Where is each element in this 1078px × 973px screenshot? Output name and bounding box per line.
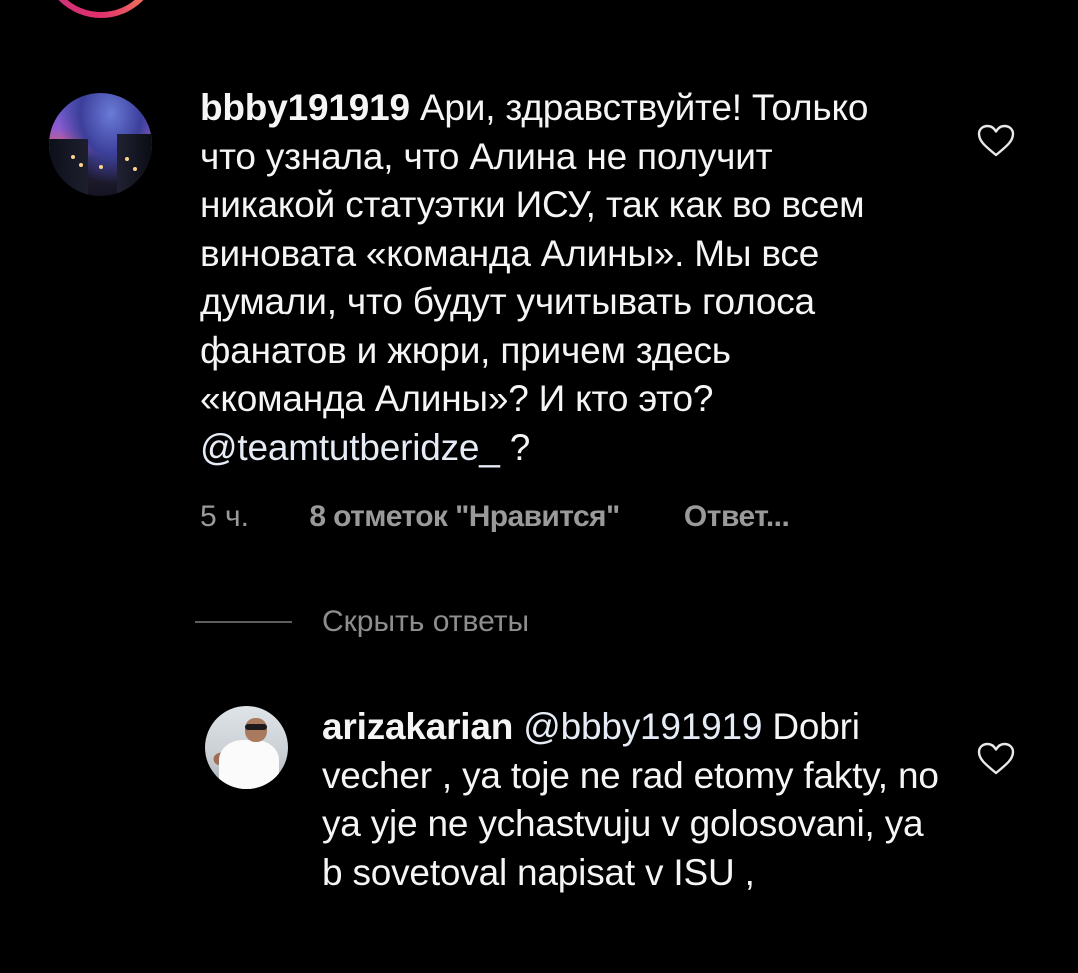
reply-mention[interactable]: @bbby191919 (523, 706, 762, 747)
reply-username[interactable]: arizakarian (322, 706, 513, 747)
comment-text: bbby191919 Ари, здравствуйте! Только что… (200, 84, 900, 472)
hide-replies-label: Скрыть ответы (322, 605, 530, 638)
comment-body: Ари, здравствуйте! Только что узнала, чт… (200, 87, 869, 419)
comment-meta: 5 ч. 8 отметок "Нравится" Ответ... (200, 500, 790, 534)
avatar[interactable] (205, 706, 288, 789)
comment-mention[interactable]: @teamtutberidze_ (200, 427, 500, 468)
story-avatar-ring[interactable] (42, 0, 160, 18)
reply-text: arizakarian @bbby191919 Dobri vecher , y… (322, 703, 942, 897)
likes-count-button[interactable]: 8 отметок "Нравится" (309, 500, 620, 534)
reply-button[interactable]: Ответ... (684, 500, 790, 534)
hide-replies-button[interactable]: Скрыть ответы (195, 600, 529, 644)
comment-body-end: ? (499, 426, 531, 468)
avatar[interactable] (49, 93, 152, 196)
divider-line (195, 621, 292, 623)
heart-icon[interactable] (977, 124, 1015, 158)
comment-username[interactable]: bbby191919 (200, 87, 410, 128)
comment-time: 5 ч. (200, 500, 249, 533)
heart-icon[interactable] (977, 742, 1015, 776)
